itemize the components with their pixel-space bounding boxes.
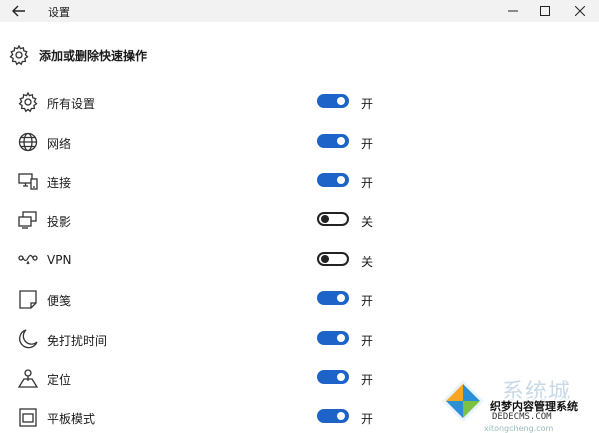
minimize-icon [508,10,518,12]
toggle-state-text: 关 [361,255,374,269]
quick-action-label: 连接 [47,176,72,190]
toggle-knob [337,373,345,381]
toggle-switch[interactable] [317,291,349,305]
window-title: 设置 [48,6,70,19]
toggle-knob [337,412,345,420]
quick-action-row-quiet-hours: 免打扰时间 开 [0,327,599,351]
watermark-url: DEDECMS.COM [492,412,552,422]
quick-action-label: 投影 [47,215,72,229]
note-icon [19,290,37,309]
project-icon [18,211,37,229]
quick-action-row-network: 网络 开 [0,130,599,154]
close-button[interactable] [563,0,597,22]
toggle-state-text: 开 [361,412,374,426]
watermark: 系统城 织梦内容管理系统 DEDECMS.COM xitongcheng.com [440,374,599,433]
toggle-switch[interactable] [317,173,349,187]
globe-icon [18,132,38,152]
watermark-logo [442,380,484,422]
quick-action-row-project: 投影 关 [0,208,599,232]
toggle-switch[interactable] [317,134,349,148]
quick-action-label: 免打扰时间 [47,334,108,348]
quick-action-label: 便笺 [47,294,72,308]
toggle-state-text: 关 [361,215,374,229]
quick-action-label: VPN [47,253,72,267]
toggle-switch[interactable] [317,409,349,423]
toggle-switch[interactable] [317,331,349,345]
toggle-state-text: 开 [361,137,374,151]
connect-icon [18,173,38,190]
quick-action-label: 所有设置 [47,97,96,111]
toggle-state-text: 开 [361,334,374,348]
moon-icon [19,329,38,349]
quick-action-row-vpn: VPN 关 [0,248,599,272]
page-header: 添加或删除快速操作 [8,44,147,66]
close-icon [575,6,585,16]
toggle-switch[interactable] [317,252,349,266]
quick-action-row-all-settings: 所有设置 开 [0,90,599,114]
toggle-knob [337,294,345,302]
minimize-button[interactable] [496,0,530,22]
quick-action-row-connect: 连接 开 [0,169,599,193]
quick-action-label: 网络 [47,137,72,151]
toggle-state-text: 开 [361,373,374,387]
location-icon [17,369,39,388]
page-title: 添加或删除快速操作 [39,48,148,63]
toggle-state-text: 开 [361,294,374,308]
tablet-mode-icon [19,408,37,427]
title-bar: 设置 [0,0,599,22]
toggle-knob [337,97,345,105]
maximize-icon [540,6,550,16]
quick-action-label: 平板模式 [47,412,96,426]
arrow-left-icon [12,5,25,17]
vpn-icon [18,254,38,265]
gear-icon [9,44,29,66]
maximize-button[interactable] [528,0,562,22]
toggle-switch[interactable] [317,370,349,384]
toggle-knob [337,334,345,342]
back-button[interactable] [8,1,30,21]
quick-action-label: 定位 [47,373,72,387]
toggle-switch[interactable] [317,212,349,226]
toggle-state-text: 开 [361,97,374,111]
toggle-state-text: 开 [361,176,374,190]
toggle-knob [321,255,329,263]
gear-icon [18,91,38,113]
toggle-knob [337,137,345,145]
toggle-knob [321,215,329,223]
quick-action-row-note: 便笺 开 [0,287,599,311]
toggle-knob [337,176,345,184]
toggle-switch[interactable] [317,94,349,108]
